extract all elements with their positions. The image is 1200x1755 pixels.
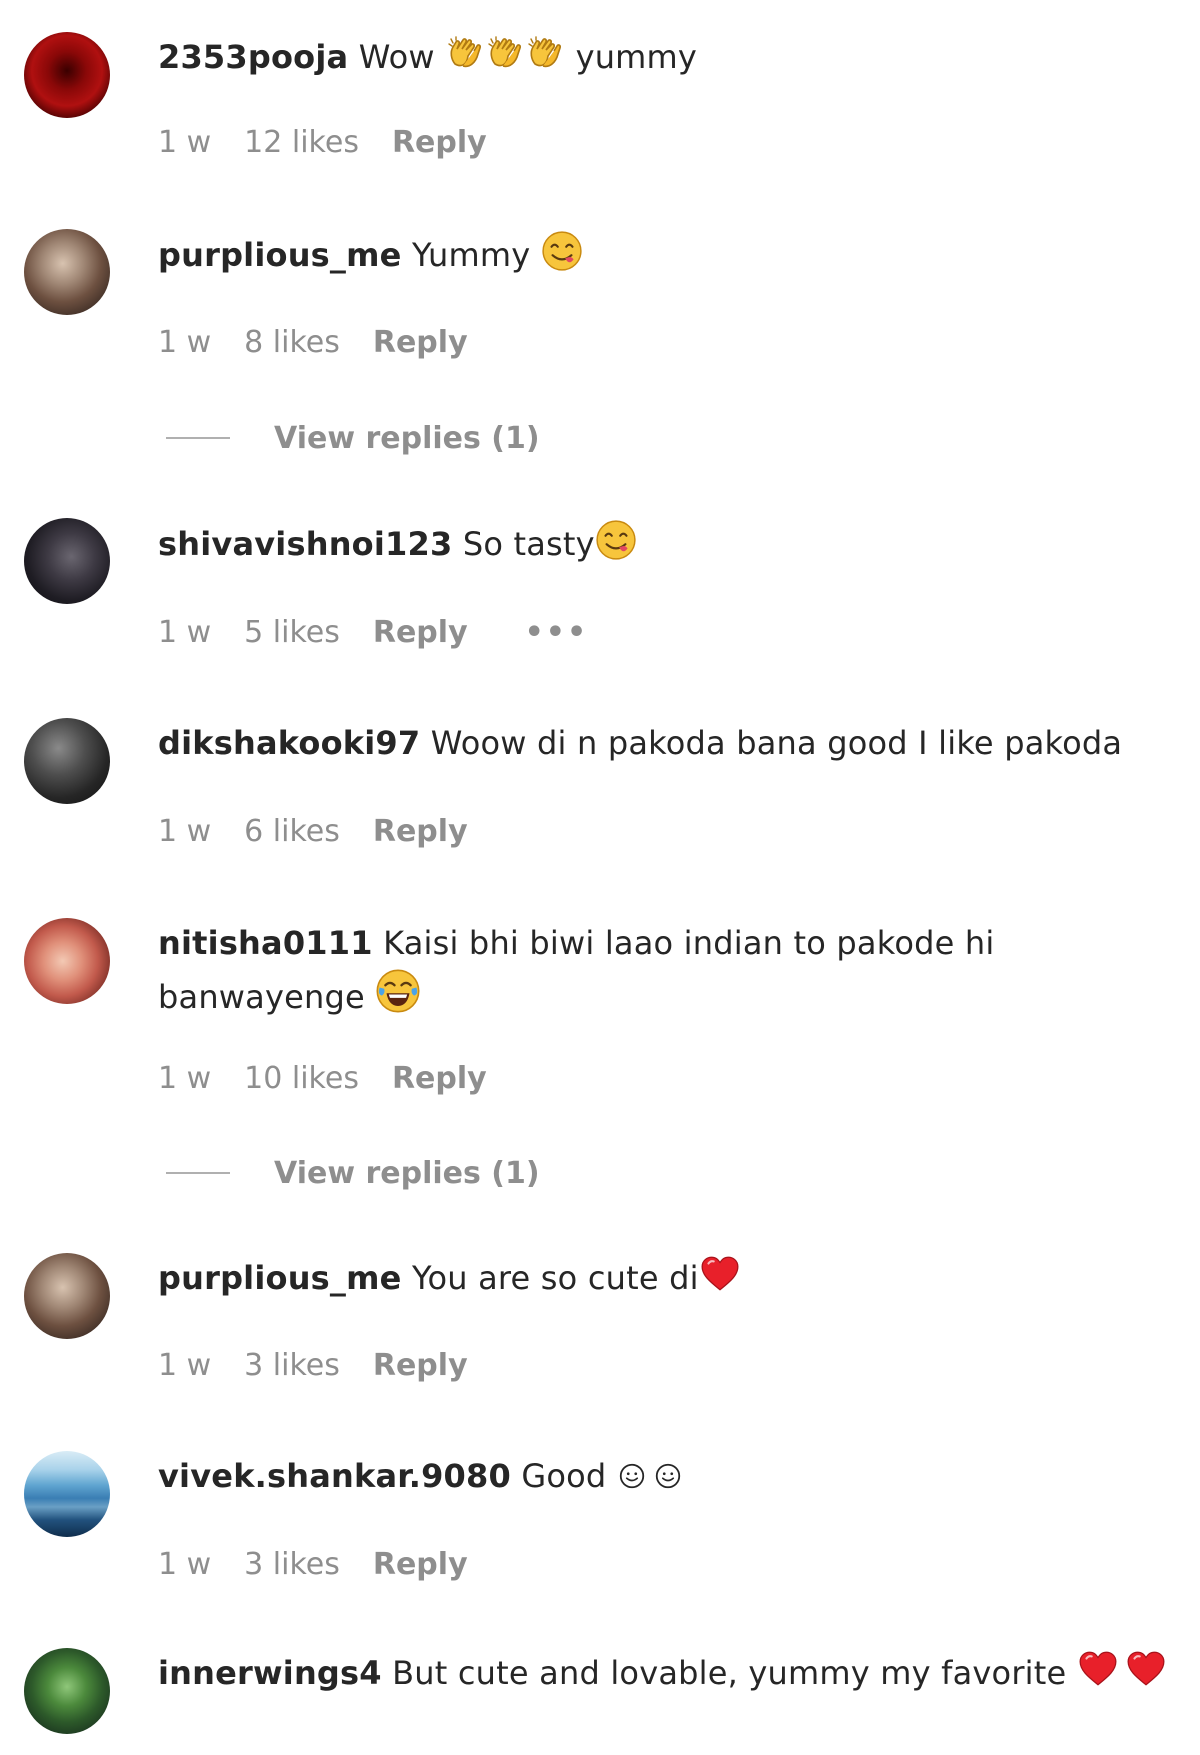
avatar[interactable] [24,1253,110,1339]
yum-face-icon [541,230,583,272]
avatar[interactable] [24,518,110,604]
comment-likes[interactable]: 12 likes [244,125,359,160]
view-replies-button[interactable]: View replies (1) [166,1153,540,1193]
comment-time: 1 w [158,614,212,650]
avatar[interactable] [24,1648,110,1734]
comment-time: 1 w [158,813,212,849]
view-replies-button[interactable]: View replies (1) [166,418,540,458]
replies-divider-line [166,437,230,439]
comment-text: So tasty [462,525,595,563]
yum-face-icon [595,519,637,561]
comment-text: Yummy [411,236,531,274]
comment-likes[interactable]: 3 likes [244,1547,340,1582]
comment-text: Good [521,1457,607,1495]
clapping-hands-icon [485,34,525,74]
comment-username[interactable]: vivek.shankar.9080 [158,1457,511,1495]
comment-username[interactable]: innerwings4 [158,1654,382,1692]
reply-button[interactable]: Reply [373,325,468,360]
reply-button[interactable]: Reply [373,814,468,849]
red-heart-icon [699,1253,741,1295]
smiley-outline-icon [617,1461,647,1491]
comment-text-trailing: yummy [575,38,698,76]
comment-text: Woow di n pakoda bana good I like pakoda [430,724,1123,762]
comment-likes[interactable]: 3 likes [244,1348,340,1383]
reply-button[interactable]: Reply [392,125,487,160]
comment-text: But cute and lovable, yummy my favorite [392,1654,1067,1692]
comment-username[interactable]: purplious_me [158,1259,402,1297]
reply-button[interactable]: Reply [373,615,468,650]
comment-time: 1 w [158,1546,212,1582]
comment-time: 1 w [158,324,212,360]
comment-likes[interactable]: 5 likes [244,615,340,650]
clapping-hands-icon [525,34,565,74]
comment-username[interactable]: nitisha0111 [158,924,373,962]
view-replies-label[interactable]: View replies (1) [274,421,540,456]
more-options-button[interactable]: ••• [525,615,589,650]
comment-username[interactable]: dikshakooki97 [158,724,420,762]
reply-button[interactable]: Reply [392,1061,487,1096]
comment-time: 1 w [158,124,212,160]
avatar[interactable] [24,918,110,1004]
replies-divider-line [166,1172,230,1174]
avatar[interactable] [24,32,110,118]
comment-likes[interactable]: 6 likes [244,814,340,849]
avatar[interactable] [24,718,110,804]
clapping-hands-icon [445,34,485,74]
comment-username[interactable]: 2353pooja [158,38,348,76]
tears-of-joy-icon [375,968,421,1014]
reply-button[interactable]: Reply [373,1547,468,1582]
red-heart-icon [1077,1648,1119,1690]
view-replies-label[interactable]: View replies (1) [274,1156,540,1191]
comment-time: 1 w [158,1060,212,1096]
comment-username[interactable]: shivavishnoi123 [158,525,452,563]
comment-likes[interactable]: 10 likes [244,1061,359,1096]
reply-button[interactable]: Reply [373,1348,468,1383]
comment-text: Wow [358,38,435,76]
avatar[interactable] [24,1451,110,1537]
comment-likes[interactable]: 8 likes [244,325,340,360]
comment-text: You are so cute di [411,1259,699,1297]
avatar[interactable] [24,229,110,315]
comment-time: 1 w [158,1347,212,1383]
smiley-outline-icon [653,1461,683,1491]
red-heart-icon [1125,1648,1167,1690]
comment-username[interactable]: purplious_me [158,236,402,274]
